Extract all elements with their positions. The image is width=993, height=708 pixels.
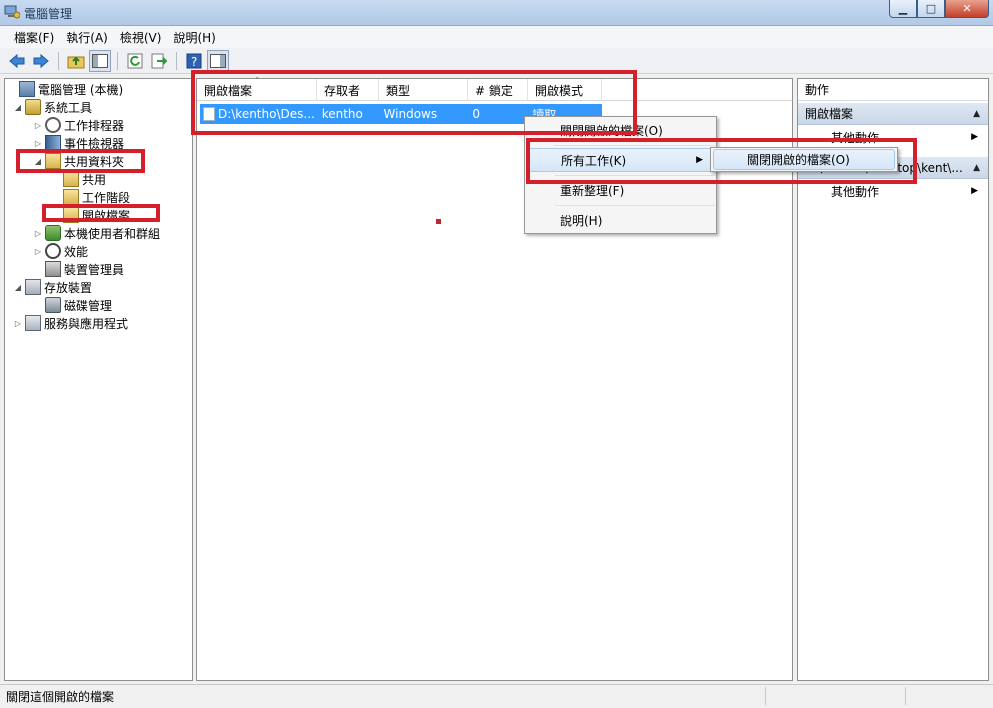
users-icon [45,225,61,241]
services-icon [25,315,41,331]
back-arrow-icon [9,53,25,68]
tree-item-label: 工作排程器 [64,118,125,133]
tree-item-local-users-groups[interactable]: ▷ 本機使用者和群組 [33,224,160,242]
actions-pane-title: 動作 [798,79,988,101]
collapse-arrow-icon[interactable]: ◢ [13,283,23,292]
highlight-open-files [42,204,160,222]
menu-item-label: 重新整理(F) [560,183,625,198]
show-hide-console-tree-button[interactable] [89,49,111,72]
submenu-arrow-icon: ▶ [971,186,978,196]
forward-arrow-icon [33,53,49,68]
share-icon [63,171,79,187]
status-divider [905,687,906,705]
highlight-open-file-row [191,70,637,135]
folder-up-icon [67,56,85,68]
tree-item-label: 共用 [82,172,107,187]
highlight-close-open-file-command [526,138,917,184]
help-button[interactable]: ? [183,50,205,72]
export-list-icon [151,53,167,68]
menu-file[interactable]: 檔案(F) [8,29,60,46]
section-label: 開啟檔案 [805,107,854,121]
tree-item-system-tools[interactable]: ◢ 系統工具 [13,98,92,116]
actions-more-actions-selected-file[interactable]: 其他動作 ▶ [798,181,988,201]
submenu-arrow-icon: ▶ [971,132,978,142]
minimize-button[interactable]: ▁ [889,0,917,18]
storage-icon [25,279,41,295]
tree-item-label: 服務與應用程式 [44,316,129,331]
highlight-shared-folders [16,149,145,173]
menu-action[interactable]: 執行(A) [60,29,114,46]
tree-item-label: 電腦管理 (本機) [38,82,124,97]
tree-item-task-scheduler[interactable]: ▷ 工作排程器 [33,116,124,134]
device-manager-icon [45,261,61,277]
refresh-button[interactable] [124,50,146,72]
tree-item-storage[interactable]: ◢ 存放裝置 [13,278,92,296]
clock-icon [45,117,61,133]
tree-item-label: 效能 [64,244,89,259]
expand-arrow-icon[interactable]: ▷ [33,139,43,148]
actions-title-label: 動作 [805,83,830,97]
status-divider [765,687,766,705]
tree-item-label: 存放裝置 [44,280,93,295]
toolbar-separator [117,51,118,70]
tree-item-computer-management[interactable]: 電腦管理 (本機) [7,80,123,98]
menu-item-label: 說明(H) [560,213,603,228]
ctx-help[interactable]: 說明(H) [527,208,714,232]
performance-icon [45,243,61,259]
annotation-dot [436,219,441,224]
collapse-triangle-icon: ▲ [973,108,980,119]
forward-button[interactable] [30,50,52,72]
collapse-arrow-icon[interactable]: ◢ [13,103,23,112]
action-pane-icon [210,53,226,68]
computer-management-app-icon [4,5,21,19]
tree-item-services-applications[interactable]: ▷ 服務與應用程式 [13,314,128,332]
expand-arrow-icon[interactable]: ▷ [33,247,43,256]
session-icon [63,189,79,205]
help-icon: ? [186,53,202,69]
toolbar-separator [58,51,59,70]
actions-section-open-files[interactable]: 開啟檔案 ▲ [798,103,988,125]
close-button[interactable]: ✕ [945,0,989,18]
menu-separator [555,205,715,206]
status-bar: 關閉這個開啟的檔案 [0,684,993,708]
close-icon: ✕ [962,2,972,15]
disk-icon [45,297,61,313]
tools-icon [25,99,41,115]
expand-arrow-icon[interactable]: ▷ [33,229,43,238]
maximize-button[interactable]: □ [917,0,945,18]
tree-item-performance[interactable]: ▷ 效能 [33,242,88,260]
export-list-button[interactable] [148,50,170,72]
tree-item-label: 磁碟管理 [64,298,113,313]
menu-help[interactable]: 說明(H) [167,29,221,46]
window-title: 電腦管理 [24,7,73,21]
title-bar: 電腦管理 ▁ □ ✕ [0,0,993,26]
maximize-icon: □ [925,2,937,15]
status-text: 關閉這個開啟的檔案 [6,690,115,704]
console-tree-icon [92,53,108,68]
tree-item-disk-management[interactable]: 磁碟管理 [45,296,112,314]
tree-item-device-manager[interactable]: 裝置管理員 [45,260,124,278]
collapse-triangle-icon: ▲ [973,162,980,173]
minimize-icon: ▁ [898,2,908,15]
svg-text:?: ? [191,55,197,69]
tree-item-label: 工作階段 [82,190,131,205]
expand-arrow-icon[interactable]: ▷ [33,121,43,130]
expand-arrow-icon[interactable]: ▷ [13,319,23,328]
refresh-icon [127,53,143,68]
toolbar-separator [176,51,177,70]
tree-item-label: 裝置管理員 [64,262,125,277]
menu-view[interactable]: 檢視(V) [114,29,168,46]
tree-item-label: 系統工具 [44,100,93,115]
show-hide-action-pane-button[interactable] [207,49,229,72]
tree-item-label: 本機使用者和群組 [64,226,161,241]
menu-bar: 檔案(F) 執行(A) 檢視(V) 說明(H) [0,26,993,48]
back-button[interactable] [6,50,28,72]
up-one-level-button[interactable] [65,50,87,72]
action-label: 其他動作 [831,184,880,199]
computer-management-icon [19,81,35,97]
